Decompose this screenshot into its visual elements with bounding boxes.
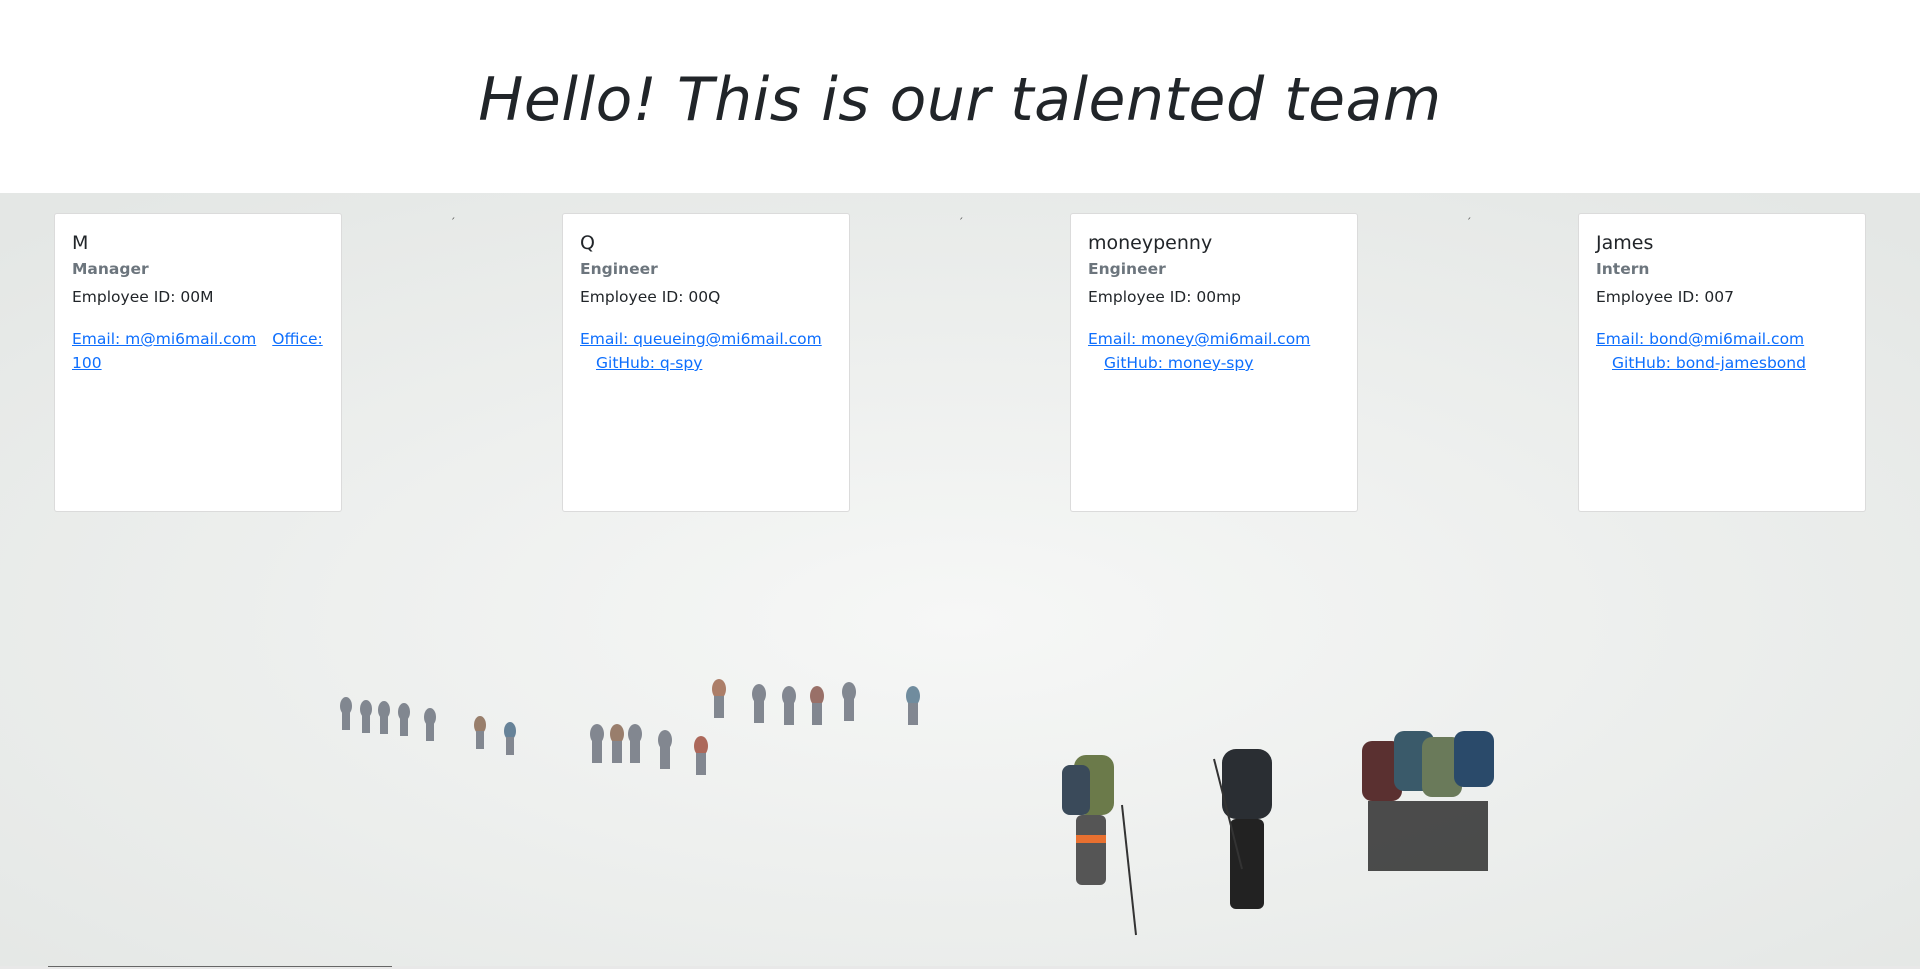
employee-id: Employee ID: 007 <box>1596 288 1734 306</box>
divider-mark: ˏ <box>450 207 456 220</box>
email-link[interactable]: Email: m@mi6mail.com <box>72 330 256 348</box>
divider-mark: ˏ <box>1466 207 1472 220</box>
employee-id: Employee ID: 00M <box>72 288 214 306</box>
employee-name: Q <box>580 232 595 254</box>
github-link[interactable]: GitHub: money-spy <box>1104 354 1253 372</box>
github-link[interactable]: GitHub: bond-jamesbond <box>1612 354 1806 372</box>
employee-card-intern: James Intern Employee ID: 007 Email: bon… <box>1578 213 1866 512</box>
employee-role: Engineer <box>1088 260 1166 278</box>
employee-role: Engineer <box>580 260 658 278</box>
employee-name: James <box>1596 232 1654 254</box>
page-title: Hello! This is our talented team <box>478 64 1442 135</box>
background-image: ˏ ˏ ˏ M Manager Employee ID: 00M Email: … <box>0 193 1920 969</box>
employee-name: moneypenny <box>1088 232 1213 254</box>
employee-card-engineer-q: Q Engineer Employee ID: 00Q Email: queue… <box>562 213 850 512</box>
divider-mark: ˏ <box>958 207 964 220</box>
employee-card-manager: M Manager Employee ID: 00M Email: m@mi6m… <box>54 213 342 512</box>
employee-role: Manager <box>72 260 149 278</box>
employee-name: M <box>72 232 89 254</box>
employee-role: Intern <box>1596 260 1650 278</box>
email-link[interactable]: Email: queueing@mi6mail.com <box>580 330 822 348</box>
employee-id: Employee ID: 00mp <box>1088 288 1242 306</box>
employee-id: Employee ID: 00Q <box>580 288 721 306</box>
scrollbar-thumb[interactable] <box>48 966 392 967</box>
email-link[interactable]: Email: money@mi6mail.com <box>1088 330 1310 348</box>
email-link[interactable]: Email: bond@mi6mail.com <box>1596 330 1804 348</box>
github-link[interactable]: GitHub: q-spy <box>596 354 702 372</box>
employee-card-engineer-moneypenny: moneypenny Engineer Employee ID: 00mp Em… <box>1070 213 1358 512</box>
page-header: Hello! This is our talented team <box>0 0 1920 193</box>
